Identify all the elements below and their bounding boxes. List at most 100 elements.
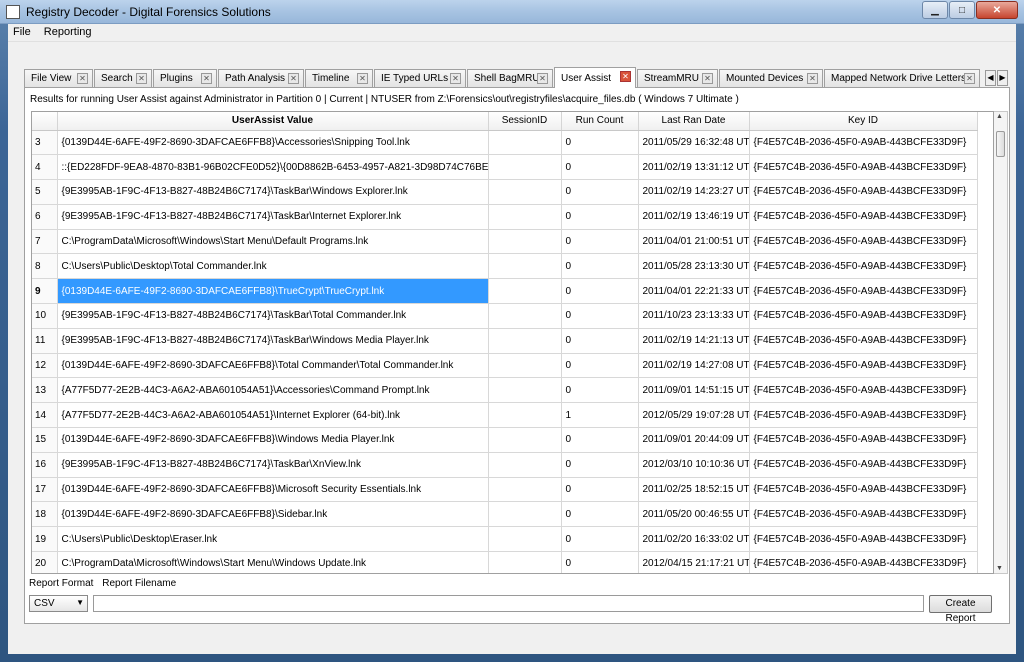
maximize-button[interactable]: □	[949, 1, 975, 19]
row-number-cell[interactable]: 7	[32, 229, 58, 255]
userassist-value-cell[interactable]: {A77F5D77-2E2B-44C3-A6A2-ABA601054A51}\I…	[57, 402, 489, 429]
last-ran-date-cell[interactable]: 2011/02/19 14:21:13 UTC	[638, 328, 750, 354]
session-id-cell[interactable]	[488, 130, 562, 156]
title-bar[interactable]: Registry Decoder - Digital Forensics Sol…	[0, 0, 1024, 24]
tab-search[interactable]: Search ✕	[94, 69, 152, 87]
row-number-cell[interactable]: 17	[32, 477, 58, 503]
key-id-cell[interactable]: {F4E57C4B-2036-45F0-A9AB-443BCFE33D9F}	[749, 526, 978, 553]
row-number-cell[interactable]: 5	[32, 179, 58, 205]
key-id-cell[interactable]: {F4E57C4B-2036-45F0-A9AB-443BCFE33D9F}	[749, 179, 978, 205]
run-count-cell[interactable]: 0	[561, 229, 639, 255]
run-count-cell[interactable]: 0	[561, 501, 639, 528]
table-row[interactable]: 9 {0139D44E-6AFE-49F2-8690-3DAFCAE6FFB8}\…	[32, 278, 978, 305]
close-icon[interactable]: ✕	[77, 73, 88, 84]
session-id-cell[interactable]	[488, 551, 562, 573]
table-row[interactable]: 12 {0139D44E-6AFE-49F2-8690-3DAFCAE6FFB8}…	[32, 353, 978, 379]
key-id-cell[interactable]: {F4E57C4B-2036-45F0-A9AB-443BCFE33D9F}	[749, 353, 978, 379]
close-icon[interactable]: ✕	[620, 71, 631, 82]
userassist-value-cell[interactable]: {9E3995AB-1F9C-4F13-B827-48B24B6C7174}\T…	[57, 328, 489, 354]
table-row[interactable]: 3 {0139D44E-6AFE-49F2-8690-3DAFCAE6FFB8}\…	[32, 130, 978, 156]
menu-reporting[interactable]: Reporting	[39, 24, 97, 40]
last-ran-date-cell[interactable]: 2011/05/28 23:13:30 UTC	[638, 253, 750, 280]
userassist-value-cell[interactable]: {9E3995AB-1F9C-4F13-B827-48B24B6C7174}\T…	[57, 303, 489, 329]
close-icon[interactable]: ✕	[357, 73, 368, 84]
table-row[interactable]: 4::{ED228FDF-9EA8-4870-83B1-96B02CFE0D52…	[32, 154, 978, 181]
column-header-key-id[interactable]: Key ID	[749, 112, 978, 131]
tab-mapped-network-drive-letters[interactable]: Mapped Network Drive Letters ✕	[824, 69, 980, 87]
scrollbar-thumb[interactable]	[996, 131, 1005, 157]
close-icon[interactable]: ✕	[288, 73, 299, 84]
session-id-cell[interactable]	[488, 229, 562, 255]
scroll-down-icon[interactable]: ▼	[996, 565, 1003, 572]
table-row[interactable]: 8 C:\Users\Public\Desktop\Total Commander…	[32, 253, 978, 280]
session-id-cell[interactable]	[488, 501, 562, 528]
run-count-cell[interactable]: 0	[561, 477, 639, 503]
run-count-cell[interactable]: 0	[561, 204, 639, 230]
row-number-cell[interactable]: 13	[32, 377, 58, 404]
run-count-cell[interactable]: 0	[561, 303, 639, 329]
session-id-cell[interactable]	[488, 253, 562, 280]
userassist-value-cell[interactable]: C:\Users\Public\Desktop\Total Commander.…	[57, 253, 489, 280]
key-id-cell[interactable]: {F4E57C4B-2036-45F0-A9AB-443BCFE33D9F}	[749, 377, 978, 404]
userassist-value-cell[interactable]: {0139D44E-6AFE-49F2-8690-3DAFCAE6FFB8}\A…	[57, 130, 489, 156]
tab-user-assist[interactable]: User Assist ✕	[554, 67, 636, 88]
tab-path-analysis[interactable]: Path Analysis ✕	[218, 69, 304, 87]
close-icon[interactable]: ✕	[201, 73, 212, 84]
session-id-cell[interactable]	[488, 402, 562, 429]
run-count-cell[interactable]: 0	[561, 551, 639, 573]
key-id-cell[interactable]: {F4E57C4B-2036-45F0-A9AB-443BCFE33D9F}	[749, 477, 978, 503]
session-id-cell[interactable]	[488, 526, 562, 553]
table-row[interactable]: 5 {9E3995AB-1F9C-4F13-B827-48B24B6C7174}\…	[32, 179, 978, 205]
table-row[interactable]: 6 {9E3995AB-1F9C-4F13-B827-48B24B6C7174}\…	[32, 204, 978, 230]
row-number-cell[interactable]: 15	[32, 427, 58, 453]
close-icon[interactable]: ✕	[450, 73, 461, 84]
session-id-cell[interactable]	[488, 377, 562, 404]
table-row[interactable]: 16 {9E3995AB-1F9C-4F13-B827-48B24B6C7174}…	[32, 452, 978, 478]
last-ran-date-cell[interactable]: 2011/02/19 14:23:27 UTC	[638, 179, 750, 205]
last-ran-date-cell[interactable]: 2011/04/01 22:21:33 UTC	[638, 278, 750, 305]
close-icon[interactable]: ✕	[136, 73, 147, 84]
close-icon[interactable]: ✕	[537, 73, 548, 84]
run-count-cell[interactable]: 0	[561, 427, 639, 453]
table-row[interactable]: 10 {9E3995AB-1F9C-4F13-B827-48B24B6C7174}…	[32, 303, 978, 329]
session-id-cell[interactable]	[488, 353, 562, 379]
row-number-cell[interactable]: 4	[32, 154, 58, 181]
session-id-cell[interactable]	[488, 427, 562, 453]
userassist-value-cell[interactable]: C:\ProgramData\Microsoft\Windows\Start M…	[57, 229, 489, 255]
row-number-cell[interactable]: 3	[32, 130, 58, 156]
session-id-cell[interactable]	[488, 303, 562, 329]
session-id-cell[interactable]	[488, 179, 562, 205]
row-number-cell[interactable]: 18	[32, 501, 58, 528]
last-ran-date-cell[interactable]: 2011/09/01 14:51:15 UTC	[638, 377, 750, 404]
userassist-value-cell[interactable]: ::{ED228FDF-9EA8-4870-83B1-96B02CFE0D52}…	[57, 154, 489, 181]
userassist-value-cell[interactable]: {0139D44E-6AFE-49F2-8690-3DAFCAE6FFB8}\M…	[57, 477, 489, 503]
tab-ie-typed-urls[interactable]: IE Typed URLs ✕	[374, 69, 466, 87]
userassist-value-cell[interactable]: C:\Users\Public\Desktop\Eraser.lnk	[57, 526, 489, 553]
userassist-value-cell[interactable]: {0139D44E-6AFE-49F2-8690-3DAFCAE6FFB8}\W…	[57, 427, 489, 453]
session-id-cell[interactable]	[488, 154, 562, 181]
userassist-value-cell[interactable]: C:\ProgramData\Microsoft\Windows\Start M…	[57, 551, 489, 573]
key-id-cell[interactable]: {F4E57C4B-2036-45F0-A9AB-443BCFE33D9F}	[749, 427, 978, 453]
row-number-cell[interactable]: 14	[32, 402, 58, 429]
column-header-last-ran-date[interactable]: Last Ran Date	[638, 112, 750, 131]
userassist-value-cell[interactable]: {0139D44E-6AFE-49F2-8690-3DAFCAE6FFB8}\S…	[57, 501, 489, 528]
run-count-cell[interactable]: 0	[561, 278, 639, 305]
last-ran-date-cell[interactable]: 2011/05/29 16:32:48 UTC	[638, 130, 750, 156]
run-count-cell[interactable]: 0	[561, 328, 639, 354]
tab-timeline[interactable]: Timeline ✕	[305, 69, 373, 87]
session-id-cell[interactable]	[488, 278, 562, 305]
run-count-cell[interactable]: 0	[561, 179, 639, 205]
table-row[interactable]: 11 {9E3995AB-1F9C-4F13-B827-48B24B6C7174}…	[32, 328, 978, 354]
key-id-cell[interactable]: {F4E57C4B-2036-45F0-A9AB-443BCFE33D9F}	[749, 452, 978, 478]
vertical-scrollbar[interactable]: ▲ ▼	[994, 111, 1008, 574]
key-id-cell[interactable]: {F4E57C4B-2036-45F0-A9AB-443BCFE33D9F}	[749, 501, 978, 528]
tab-streammru[interactable]: StreamMRU ✕	[637, 69, 718, 87]
last-ran-date-cell[interactable]: 2011/02/20 16:33:02 UTC	[638, 526, 750, 553]
session-id-cell[interactable]	[488, 204, 562, 230]
run-count-cell[interactable]: 1	[561, 402, 639, 429]
last-ran-date-cell[interactable]: 2011/05/20 00:46:55 UTC	[638, 501, 750, 528]
key-id-cell[interactable]: {F4E57C4B-2036-45F0-A9AB-443BCFE33D9F}	[749, 328, 978, 354]
last-ran-date-cell[interactable]: 2012/03/10 10:10:36 UTC	[638, 452, 750, 478]
tab-mounted-devices[interactable]: Mounted Devices ✕	[719, 69, 823, 87]
row-number-cell[interactable]: 9	[32, 278, 58, 305]
